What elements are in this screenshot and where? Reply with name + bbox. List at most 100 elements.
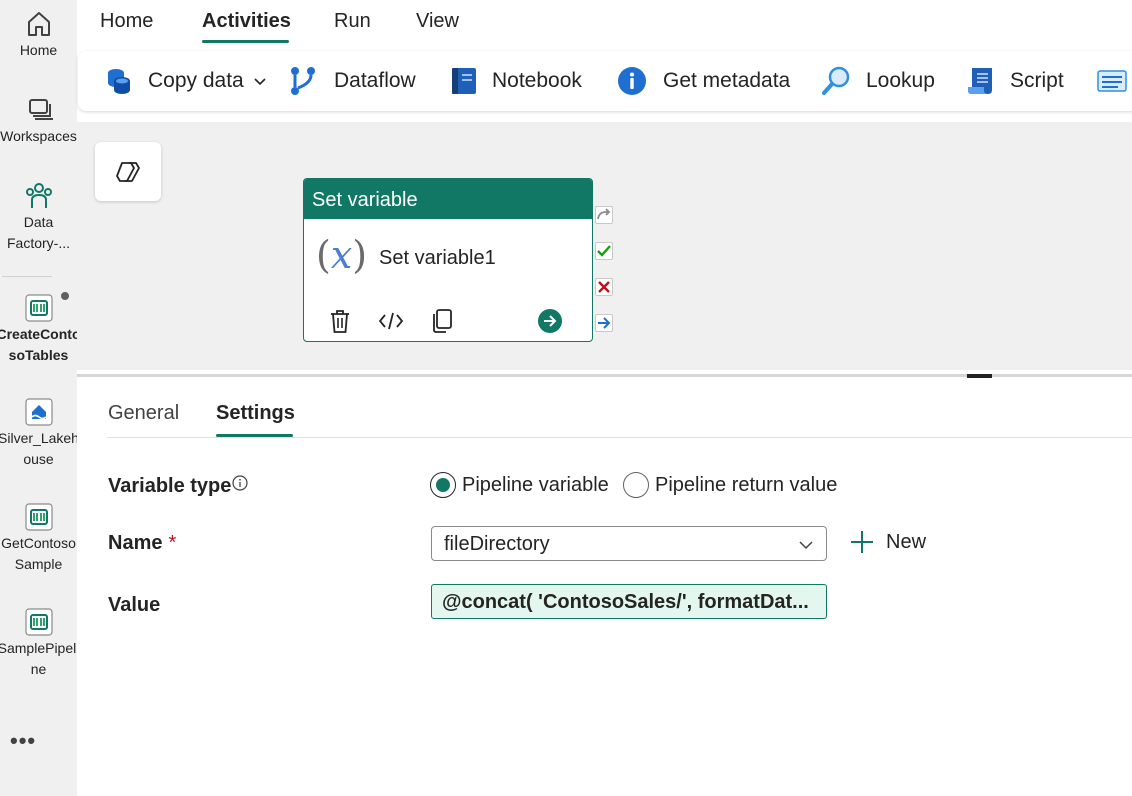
info-icon [618, 67, 646, 95]
rail-label-home: Home [19, 42, 58, 58]
home-icon [27, 12, 50, 36]
activity-type-label: Set variable [304, 179, 592, 219]
rail-label-line1: CreateConto [0, 326, 77, 342]
dataflow-label: Dataflow [334, 69, 416, 92]
radio-label: Pipeline return value [655, 473, 838, 496]
rail-label-line2: Factory-... [6, 235, 70, 251]
radio-label: Pipeline variable [462, 473, 609, 496]
rail-label-line2: Sample [14, 556, 63, 572]
script-label: Script [1010, 69, 1064, 92]
value-label: Value [108, 594, 161, 616]
open-activity-button[interactable] [536, 307, 564, 335]
on-success-port[interactable] [595, 242, 613, 260]
get-metadata-label: Get metadata [663, 69, 791, 92]
rail-item-workspaces[interactable]: Workspaces [0, 94, 77, 147]
notebook-label: Notebook [492, 69, 582, 92]
lookup-label: Lookup [866, 69, 935, 92]
new-variable-button[interactable]: New [850, 530, 926, 554]
rail-item-home[interactable]: Home [0, 8, 77, 61]
more-options-icon[interactable]: ••• [10, 728, 36, 754]
lakehouse-icon [24, 398, 53, 426]
copy-icon [433, 309, 452, 333]
script-icon [968, 68, 992, 94]
tab-view[interactable]: View [416, 10, 459, 33]
tab-run[interactable]: Run [334, 10, 371, 33]
fx-variable-letter: x [330, 233, 353, 277]
on-fail-port[interactable] [595, 278, 613, 296]
more-activities-button[interactable] [1096, 65, 1128, 97]
list-icon [1097, 70, 1127, 92]
rail-label-line2: ne [30, 661, 47, 677]
value-expression-field[interactable]: @concat( 'ContosoSales/', formatDat... [431, 584, 827, 619]
delete-activity-button[interactable] [326, 307, 354, 335]
rail-label-line2: ouse [23, 451, 54, 467]
info-icon[interactable] [232, 475, 248, 491]
copilot-icon [116, 161, 140, 182]
rail-item-data-factory[interactable]: Data Factory-... [0, 180, 77, 254]
radio-pipeline-return-value[interactable]: Pipeline return value [623, 472, 837, 498]
rail-divider [2, 276, 52, 277]
name-label-text: Name [108, 532, 163, 554]
splitter-grip[interactable] [967, 374, 992, 378]
active-tab-indicator [202, 40, 289, 43]
checkmark-icon [597, 245, 611, 257]
radio-button-checked [430, 472, 456, 498]
tab-settings[interactable]: Settings [216, 402, 295, 425]
variable-x-icon: (x) [316, 233, 367, 277]
x-mark-icon [598, 281, 610, 293]
tab-home[interactable]: Home [100, 10, 153, 33]
plus-icon [851, 531, 873, 553]
radio-button [623, 472, 649, 498]
variable-type-label: Variable type [108, 475, 232, 497]
rail-label-line2: soTables [8, 347, 69, 363]
name-label: Name * [108, 532, 176, 555]
rail-label-line1: GetContoso [1, 535, 76, 551]
pipeline-icon [24, 294, 53, 322]
skip-arrow-icon [597, 208, 611, 220]
chevron-down-icon [254, 78, 266, 86]
dataflow-button[interactable]: Dataflow [288, 65, 416, 97]
pipeline-icon [24, 503, 53, 531]
rail-label-workspaces: Workspaces [0, 128, 77, 144]
trash-icon [331, 310, 349, 333]
script-button[interactable]: Script [966, 65, 1064, 97]
rail-item-silver-lakehouse[interactable]: Silver_Lakeh ouse [0, 396, 77, 470]
notebook-button[interactable]: Notebook [450, 65, 582, 97]
radio-pipeline-variable[interactable]: Pipeline variable [430, 472, 609, 498]
view-code-button[interactable] [377, 307, 405, 335]
value-expression-text: @concat( 'ContosoSales/', formatDat... [442, 591, 809, 613]
tab-activities[interactable]: Activities [202, 10, 291, 33]
radio-selected-dot [436, 478, 450, 492]
copy-data-label: Copy data [148, 69, 244, 92]
rail-label-line1: SamplePipeli [0, 640, 77, 656]
chevron-down-icon [799, 541, 813, 550]
rail-label-line1: Data [23, 214, 54, 230]
panel-tab-divider [107, 437, 1132, 438]
notebook-icon [452, 68, 476, 94]
people-icon [25, 183, 52, 208]
arrow-right-icon [598, 317, 611, 329]
copy-data-button[interactable]: Copy data [104, 65, 268, 97]
pipeline-icon [24, 608, 53, 636]
dataflow-icon [291, 67, 315, 95]
rail-item-samplepipeline[interactable]: SamplePipeli ne [0, 606, 77, 680]
on-completion-port[interactable] [595, 314, 613, 332]
copy-activity-button[interactable] [428, 307, 456, 335]
rail-item-createcontosotables[interactable]: CreateConto soTables [0, 292, 77, 366]
arrow-right-circle-icon [538, 309, 562, 333]
rail-item-getcontososample[interactable]: GetContoso Sample [0, 501, 77, 575]
tab-general[interactable]: General [108, 402, 179, 425]
copilot-button[interactable] [95, 142, 161, 201]
fx-open-paren: ( [316, 233, 331, 277]
lookup-button[interactable]: Lookup [820, 65, 935, 97]
lookup-icon [822, 66, 850, 95]
on-skip-port[interactable] [595, 206, 613, 224]
variable-name-dropdown[interactable]: fileDirectory [431, 526, 827, 561]
get-metadata-button[interactable]: Get metadata [617, 65, 790, 97]
code-icon [378, 312, 404, 330]
database-icon [108, 69, 130, 94]
activities-toolbar: Copy data Dataflow Notebook Get metadata [78, 51, 1132, 111]
rail-label-line1: Silver_Lakeh [0, 430, 77, 446]
fx-close-paren: ) [352, 233, 368, 277]
new-variable-label: New [886, 530, 927, 553]
